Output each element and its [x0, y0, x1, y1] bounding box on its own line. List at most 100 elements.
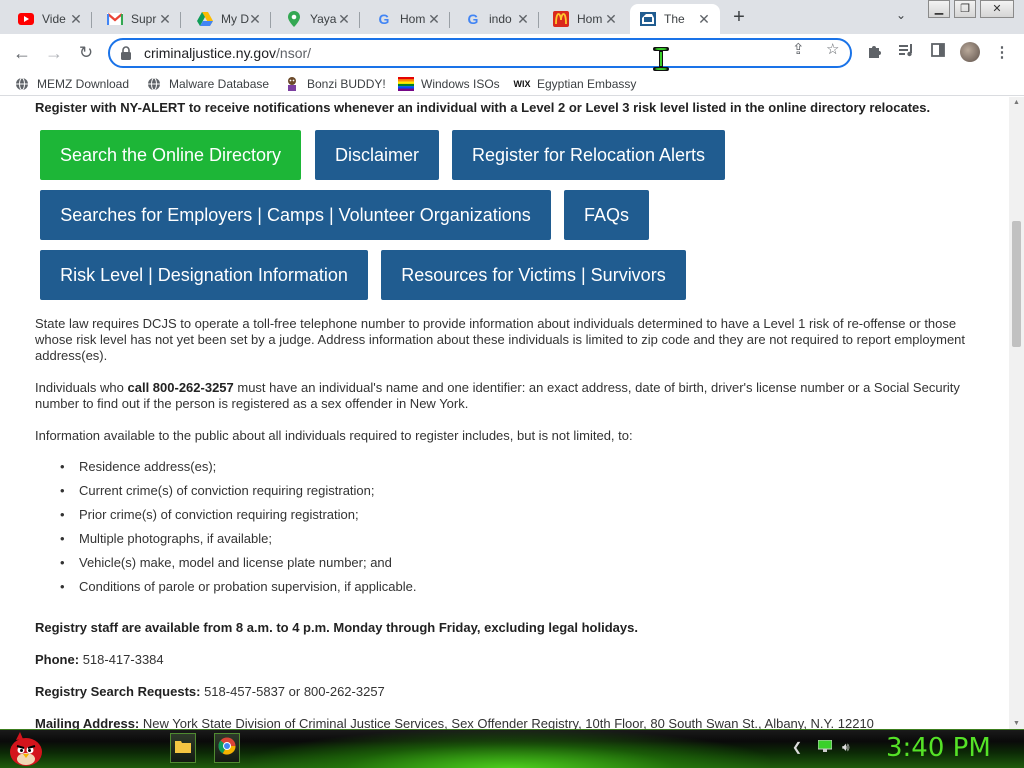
extensions-icon[interactable] [864, 43, 884, 63]
bookmark-label: Windows ISOs [421, 77, 500, 91]
tab-gmail[interactable]: Supr ✕ [97, 4, 181, 34]
relocation-alerts-button[interactable]: Register for Relocation Alerts [452, 130, 725, 180]
profile-avatar[interactable] [960, 42, 980, 62]
close-icon[interactable]: ✕ [426, 11, 442, 27]
back-button[interactable]: ← [10, 42, 34, 64]
call-prefix: Individuals who [35, 380, 128, 395]
bonzi-icon [284, 76, 300, 92]
phone-value: 518-417-3384 [82, 652, 164, 667]
tab-google-indo[interactable]: G indo ✕ [455, 4, 539, 34]
disclaimer-button[interactable]: Disclaimer [315, 130, 439, 180]
phone-label: Phone: [35, 652, 80, 667]
phone-line: Phone: 518-417-3384 [35, 652, 164, 667]
youtube-icon [18, 11, 34, 27]
list-item: Conditions of parole or probation superv… [60, 579, 417, 603]
search-requests-line: Registry Search Requests: 518-457-5837 o… [35, 684, 385, 699]
tab-separator [449, 12, 450, 28]
tab-separator [180, 12, 181, 28]
new-tab-button[interactable]: + [728, 6, 750, 28]
close-icon[interactable]: ✕ [336, 11, 352, 27]
list-item: Prior crime(s) of conviction requiring r… [60, 507, 416, 531]
close-icon[interactable]: ✕ [603, 11, 619, 27]
tray-chevron-icon[interactable]: ❮ [792, 740, 802, 754]
bookmark-label: MEMZ Download [37, 77, 130, 91]
wix-icon: WIX [513, 79, 531, 89]
bookmark-label: Bonzi BUDDY! [307, 77, 386, 91]
url-text[interactable]: criminaljustice.ny.gov/nsor/ [144, 45, 311, 61]
bookmark-bonzi[interactable]: Bonzi BUDDY! [284, 76, 386, 92]
tab-search-icon[interactable]: ⌄ [896, 8, 906, 22]
lock-icon[interactable] [120, 46, 134, 60]
bookmark-malware-database[interactable]: Malware Database [146, 76, 269, 92]
reload-button[interactable]: ↻ [74, 42, 98, 64]
risk-level-button[interactable]: Risk Level | Designation Information [40, 250, 368, 300]
victims-resources-button[interactable]: Resources for Victims | Survivors [381, 250, 686, 300]
menu-kebab-icon[interactable]: ⋮ [992, 43, 1012, 63]
list-item: Current crime(s) of conviction requiring… [60, 483, 416, 507]
page-scrollbar[interactable]: ▲ ▼ [1009, 97, 1024, 729]
forward-button[interactable]: → [42, 42, 66, 64]
taskbar-chrome[interactable] [214, 733, 240, 763]
ny-dcjs-icon [640, 11, 656, 27]
bookmark-star-icon[interactable]: ☆ [826, 40, 839, 58]
tab-separator [91, 12, 92, 28]
tab-title: The [664, 12, 685, 26]
faqs-button[interactable]: FAQs [564, 190, 649, 240]
close-icon[interactable]: ✕ [157, 11, 173, 27]
share-icon[interactable]: ⇪ [792, 40, 805, 58]
page-content: Register with NY-ALERT to receive notifi… [0, 97, 1009, 729]
bookmarks-bar: MEMZ Download Malware Database Bonzi BUD… [0, 72, 1024, 96]
ny-alert-notice: Register with NY-ALERT to receive notifi… [35, 100, 931, 115]
toll-free-paragraph: State law requires DCJS to operate a tol… [35, 316, 966, 363]
close-icon[interactable]: ✕ [696, 11, 712, 27]
chrome-icon [218, 737, 236, 760]
staff-hours: Registry staff are available from 8 a.m.… [35, 620, 638, 635]
tab-maps[interactable]: Yaya ✕ [276, 4, 360, 34]
windows-icon [398, 76, 414, 92]
tab-mcdonalds[interactable]: Hom ✕ [543, 4, 627, 34]
volume-icon[interactable]: 🔊︎ [842, 740, 850, 755]
tab-videos[interactable]: Vide ✕ [8, 4, 92, 34]
close-window-button[interactable]: ✕ [980, 0, 1014, 18]
google-drive-icon [197, 11, 213, 27]
search-online-directory-button[interactable]: Search the Online Directory [40, 130, 301, 180]
employers-searches-button[interactable]: Searches for Employers | Camps | Volunte… [40, 190, 551, 240]
taskbar-clock[interactable]: 3:40 PM [886, 733, 991, 763]
tab-separator [359, 12, 360, 28]
list-item: Vehicle(s) make, model and license plate… [60, 555, 416, 579]
search-requests-label: Registry Search Requests: [35, 684, 201, 699]
close-icon[interactable]: ✕ [247, 11, 263, 27]
tab-google-home[interactable]: G Hom ✕ [366, 4, 450, 34]
tab-strip: Vide ✕ Supr ✕ My D ✕ Yaya ✕ G Hom ✕ G in… [0, 0, 1024, 34]
scroll-down-arrow-icon[interactable]: ▼ [1013, 720, 1020, 727]
mailing-value: New York State Division of Criminal Just… [142, 716, 874, 729]
search-requests-value: 518-457-5837 or 800-262-3257 [204, 684, 385, 699]
bookmark-windows-isos[interactable]: Windows ISOs [398, 76, 500, 92]
bookmark-memz[interactable]: MEMZ Download [14, 76, 129, 92]
mcdonalds-icon [553, 11, 569, 27]
mailing-label: Mailing Address: [35, 716, 140, 729]
url-host: criminaljustice.ny.gov [144, 45, 277, 61]
scroll-up-arrow-icon[interactable]: ▲ [1013, 99, 1020, 106]
taskbar-file-explorer[interactable] [170, 733, 196, 763]
close-icon[interactable]: ✕ [515, 11, 531, 27]
tab-drive[interactable]: My D ✕ [187, 4, 271, 34]
info-list: Residence address(es); Current crime(s) … [60, 459, 417, 603]
start-button[interactable] [6, 730, 46, 768]
media-control-icon[interactable] [896, 43, 916, 63]
call-paragraph: Individuals who call 800-262-3257 must h… [35, 380, 975, 412]
side-panel-icon[interactable] [928, 43, 948, 63]
url-path: /nsor/ [276, 45, 312, 61]
close-icon[interactable]: ✕ [68, 11, 84, 27]
restore-button[interactable]: ❐ [954, 0, 976, 18]
scrollbar-thumb[interactable] [1012, 221, 1021, 347]
bookmark-label: Egyptian Embassy [537, 77, 637, 91]
network-icon[interactable] [817, 739, 833, 755]
minimize-button[interactable]: ▁ [928, 0, 950, 18]
tab-separator [270, 12, 271, 28]
address-bar[interactable]: criminaljustice.ny.gov/nsor/ [108, 38, 852, 68]
tab-active-nsor[interactable]: The ✕ [630, 4, 720, 34]
bookmark-egyptian-embassy[interactable]: WIX Egyptian Embassy [513, 76, 637, 92]
gmail-icon [107, 11, 123, 27]
google-icon: G [378, 11, 390, 27]
